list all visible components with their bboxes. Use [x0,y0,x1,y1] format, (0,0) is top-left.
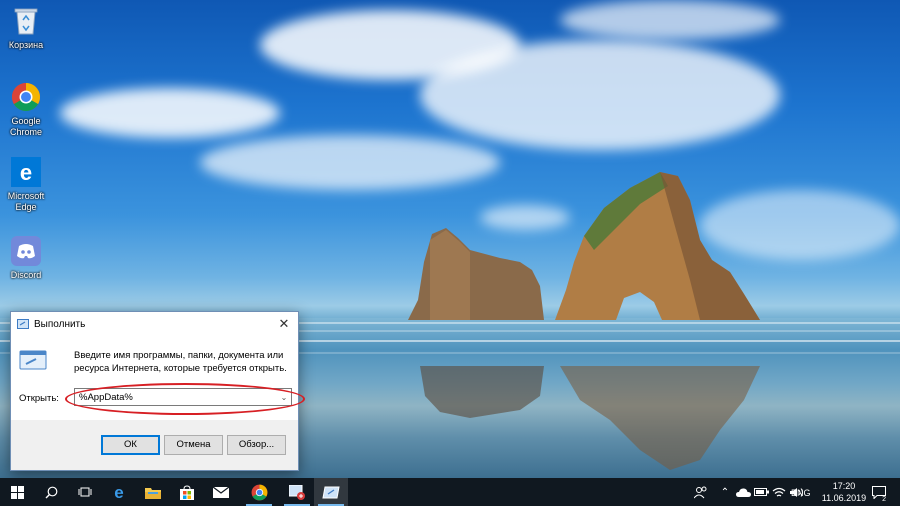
discord-icon [9,234,43,268]
chevron-up-icon: ⌃ [720,486,730,498]
taskbar-store[interactable] [170,478,204,506]
open-label: Открыть: [19,393,59,404]
run-dialog: Выполнить ✕ Введите имя программы, папки… [10,311,305,471]
desktop-icon-label: Discord [10,270,42,280]
svg-text:e: e [114,484,123,500]
recycle-bin-icon [9,4,43,38]
ok-button[interactable]: ОК [101,435,160,455]
desktop-icon-discord[interactable]: Discord [4,234,48,281]
taskbar-mail[interactable] [204,478,238,506]
battery-button[interactable] [752,478,770,506]
desktop-icon-label: Корзина [8,40,44,50]
wifi-icon [772,487,786,496]
taskbar-snipping[interactable] [280,478,314,506]
task-view-button[interactable] [68,478,102,506]
close-icon[interactable]: ✕ [276,316,292,332]
taskbar: e ⌃ ENG 17:20 11.06.2019 2 [0,478,900,506]
browse-button[interactable]: Обзор... [227,435,286,455]
cloud-icon [735,487,751,497]
clock-time[interactable]: 17:20 [826,481,862,491]
people-icon [694,486,707,498]
task-view-icon [78,487,92,497]
svg-text:e: e [20,160,32,185]
show-hidden-icons-button[interactable]: ⌃ [716,478,734,506]
file-explorer-icon [145,487,161,499]
desktop-icon-recycle-bin[interactable]: Корзина [4,4,48,51]
search-icon [45,486,57,498]
chrome-icon [9,80,43,114]
edge-icon: e [114,484,123,500]
chevron-down-icon[interactable]: ⌄ [277,393,291,402]
notification-count-badge: 2 [881,496,887,503]
cancel-button[interactable]: Отмена [164,435,223,455]
run-dialog-description: Введите имя программы, папки, документа … [74,350,287,374]
snipping-icon [289,484,305,500]
mail-icon [213,486,229,498]
chrome-icon [251,484,267,500]
taskbar-edge[interactable]: e [102,478,136,506]
input-language[interactable]: ENG [791,488,811,498]
desktop-icon-chrome[interactable]: Google Chrome [4,80,48,138]
action-center-button[interactable]: 2 [868,478,890,506]
onedrive-button[interactable] [734,478,752,506]
run-icon [322,486,340,498]
run-dialog-title: Выполнить [34,318,86,330]
run-icon [17,319,29,329]
desktop-icon-label: Microsoft Edge [7,191,45,212]
network-button[interactable] [770,478,788,506]
open-combobox[interactable]: %AppData% ⌄ [74,388,292,406]
run-program-icon [19,350,47,370]
start-button[interactable] [0,478,34,506]
edge-icon: e [9,155,43,189]
run-dialog-titlebar[interactable]: Выполнить ✕ [11,312,298,336]
desktop-icon-label: Google Chrome [9,116,42,137]
desktop-icon-edge[interactable]: e Microsoft Edge [4,155,48,213]
people-button[interactable] [690,478,712,506]
open-input[interactable]: %AppData% [75,392,277,403]
store-icon [180,484,194,500]
battery-icon [753,488,769,496]
taskbar-run[interactable] [314,478,348,506]
taskbar-file-explorer[interactable] [136,478,170,506]
search-button[interactable] [34,478,68,506]
taskbar-chrome[interactable] [242,478,276,506]
start-icon [10,485,24,499]
clock-date[interactable]: 11.06.2019 [814,493,874,503]
